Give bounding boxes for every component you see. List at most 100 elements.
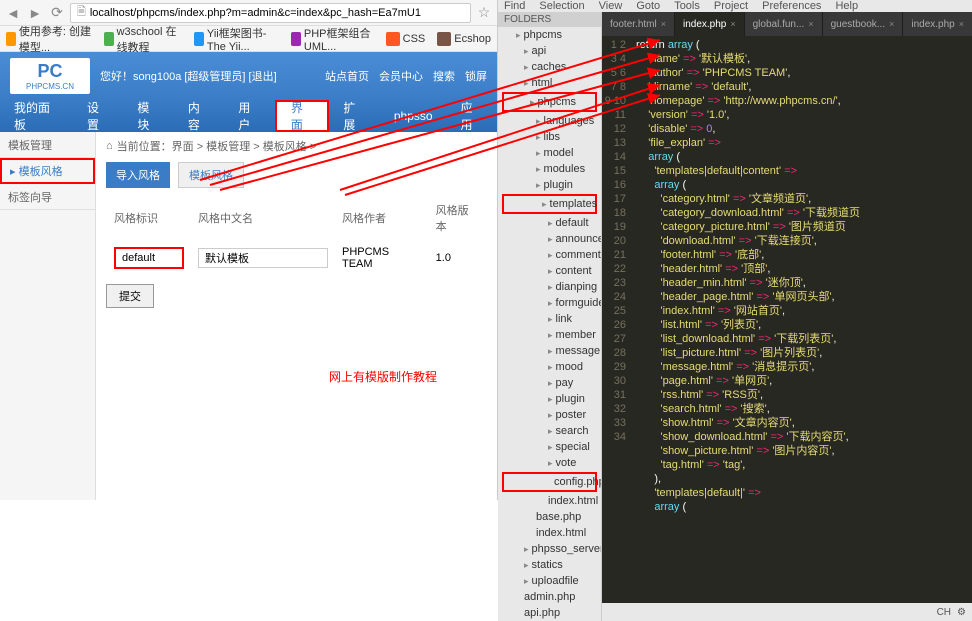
folder-item[interactable]: ▸special xyxy=(498,439,601,455)
bookmark-item[interactable]: CSS xyxy=(386,32,426,46)
sublime-menu: Find Selection View Goto Tools Project Prefere… xyxy=(498,0,972,12)
url-bar[interactable]: 🗎 localhost/phpcms/index.php?m=admin&c=i… xyxy=(70,3,471,23)
code-area[interactable]: 1 2 3 4 5 6 7 8 9 10 11 12 13 14 15 16 1… xyxy=(602,36,972,603)
home-icon: ⌂ xyxy=(106,140,113,152)
folder-item[interactable]: ▸phpcms xyxy=(498,27,601,43)
folder-item[interactable]: ▸api xyxy=(498,43,601,59)
editor-tab[interactable]: index.php × xyxy=(675,12,744,36)
sidebar-item[interactable]: 标签向导 xyxy=(0,184,95,210)
folder-item[interactable]: ▸languages xyxy=(498,113,601,129)
topnav-item[interactable]: 内容 xyxy=(174,100,224,132)
folder-item[interactable]: ▸poster xyxy=(498,407,601,423)
topnav-item[interactable]: 界面 xyxy=(275,100,329,132)
folder-item[interactable]: ▸formguide xyxy=(498,295,601,311)
menu-item[interactable]: Project xyxy=(714,0,748,12)
file-item[interactable]: index.html xyxy=(498,493,601,509)
style-id-input[interactable] xyxy=(114,247,184,269)
bookmark-item[interactable]: 使用参考: 创建模型... xyxy=(6,23,92,55)
topnav-item[interactable]: 应用 xyxy=(447,100,497,132)
column-header: 风格作者 xyxy=(336,198,428,238)
file-item[interactable]: admin.php xyxy=(498,589,601,605)
sidebar-item[interactable]: 模板管理 xyxy=(0,132,95,158)
menu-item[interactable]: Find xyxy=(504,0,525,12)
folder-item[interactable]: ▸phpcms xyxy=(502,92,597,112)
topnav-item[interactable]: 扩展 xyxy=(329,100,379,132)
browser-pane: ◄ ► ⟳ 🗎 localhost/phpcms/index.php?m=adm… xyxy=(0,0,498,500)
file-item[interactable]: api.php xyxy=(498,605,601,621)
folder-item[interactable]: ▸link xyxy=(498,311,601,327)
folder-item[interactable]: ▸modules xyxy=(498,161,601,177)
menu-item[interactable]: Preferences xyxy=(762,0,821,12)
topnav-item[interactable]: 我的面板 xyxy=(0,100,73,132)
folder-item[interactable]: ▸dianping xyxy=(498,279,601,295)
header-link[interactable]: 站点首页 xyxy=(325,68,369,84)
code-editor: footer.html ×index.php ×global.fun... ×g… xyxy=(602,12,972,621)
editor-tab[interactable]: guestbook... × xyxy=(823,12,903,36)
topnav-item[interactable]: phpsso xyxy=(380,100,447,132)
header-link[interactable]: 锁屏 xyxy=(465,68,487,84)
folder-item[interactable]: ▸message xyxy=(498,343,601,359)
folder-item[interactable]: ▸libs xyxy=(498,129,601,145)
sidebar-item[interactable]: ▸ 模板风格 xyxy=(0,158,95,184)
folder-item[interactable]: ▸templates xyxy=(502,194,597,214)
breadcrumb: ⌂ 当前位置：界面 > 模板管理 > 模板风格 > xyxy=(106,138,487,154)
editor-tab[interactable]: global.fun... × xyxy=(745,12,822,36)
folder-item[interactable]: ▸model xyxy=(498,145,601,161)
folder-item[interactable]: ▸vote xyxy=(498,455,601,471)
editor-tab[interactable]: footer.html × xyxy=(602,12,674,36)
folder-item[interactable]: ▸default xyxy=(498,215,601,231)
folder-item[interactable]: ▸statics xyxy=(498,557,601,573)
style-button[interactable]: 模板风格 xyxy=(178,162,244,188)
version-cell: 1.0 xyxy=(430,240,485,276)
line-gutter: 1 2 3 4 5 6 7 8 9 10 11 12 13 14 15 16 1… xyxy=(602,36,632,603)
folder-item[interactable]: ▸search xyxy=(498,423,601,439)
column-header: 风格标识 xyxy=(108,198,190,238)
page-icon: 🗎 xyxy=(77,3,86,22)
topnav-item[interactable]: 用户 xyxy=(224,100,274,132)
folder-item[interactable]: ▸plugin xyxy=(498,177,601,193)
topnav-item[interactable]: 模块 xyxy=(123,100,173,132)
header-link[interactable]: 搜索 xyxy=(433,68,455,84)
topnav-item[interactable]: 设置 xyxy=(73,100,123,132)
content-row: 模板管理▸ 模板风格标签向导 ⌂ 当前位置：界面 > 模板管理 > 模板风格 >… xyxy=(0,132,497,500)
folder-item[interactable]: ▸member xyxy=(498,327,601,343)
menu-item[interactable]: Help xyxy=(835,0,858,12)
folder-item[interactable]: ▸comment xyxy=(498,247,601,263)
back-button[interactable]: ◄ xyxy=(4,4,22,22)
menu-item[interactable]: View xyxy=(599,0,623,12)
folder-item[interactable]: ▸uploadfile xyxy=(498,573,601,589)
submit-button[interactable]: 提交 xyxy=(106,284,154,308)
bookmark-item[interactable]: PHP框架组合UML... xyxy=(291,25,374,53)
file-item[interactable]: config.php xyxy=(502,472,597,492)
file-item[interactable]: base.php xyxy=(498,509,601,525)
editor-tab[interactable]: index.php × xyxy=(903,12,972,36)
settings-icon[interactable]: ⚙ xyxy=(957,607,966,618)
bookmark-star-icon[interactable]: ☆ xyxy=(475,4,493,22)
header-link[interactable]: 会员中心 xyxy=(379,68,423,84)
import-button[interactable]: 导入风格 xyxy=(106,162,170,188)
folder-item[interactable]: ▸phpsso_server xyxy=(498,541,601,557)
folder-item[interactable]: ▸content xyxy=(498,263,601,279)
status-bar: CH ⚙ xyxy=(602,603,972,621)
folder-item[interactable]: ▸html xyxy=(498,75,601,91)
forward-button[interactable]: ► xyxy=(26,4,44,22)
style-name-input[interactable] xyxy=(198,248,328,268)
bookmark-item[interactable]: Ecshop xyxy=(437,32,491,46)
bookmark-item[interactable]: Yii框架图书-The Yii... xyxy=(194,25,279,53)
menu-item[interactable]: Tools xyxy=(674,0,700,12)
logo[interactable]: PC PHPCMS.CN xyxy=(10,58,90,94)
file-item[interactable]: index.html xyxy=(498,525,601,541)
folder-item[interactable]: ▸mood xyxy=(498,359,601,375)
folder-item[interactable]: ▸caches xyxy=(498,59,601,75)
bookmark-item[interactable]: w3school 在线教程 xyxy=(104,23,182,55)
editor-tabs: footer.html ×index.php ×global.fun... ×g… xyxy=(602,12,972,36)
folder-item[interactable]: ▸plugin xyxy=(498,391,601,407)
menu-item[interactable]: Selection xyxy=(539,0,584,12)
folder-item[interactable]: ▸announce xyxy=(498,231,601,247)
menu-item[interactable]: Goto xyxy=(636,0,660,12)
lang-indicator[interactable]: CH xyxy=(937,607,951,618)
folders-header: FOLDERS xyxy=(498,12,601,27)
folder-sidebar: FOLDERS ▸phpcms▸api▸caches▸html▸phpcms▸l… xyxy=(498,12,602,621)
folder-item[interactable]: ▸pay xyxy=(498,375,601,391)
reload-button[interactable]: ⟳ xyxy=(48,4,66,22)
